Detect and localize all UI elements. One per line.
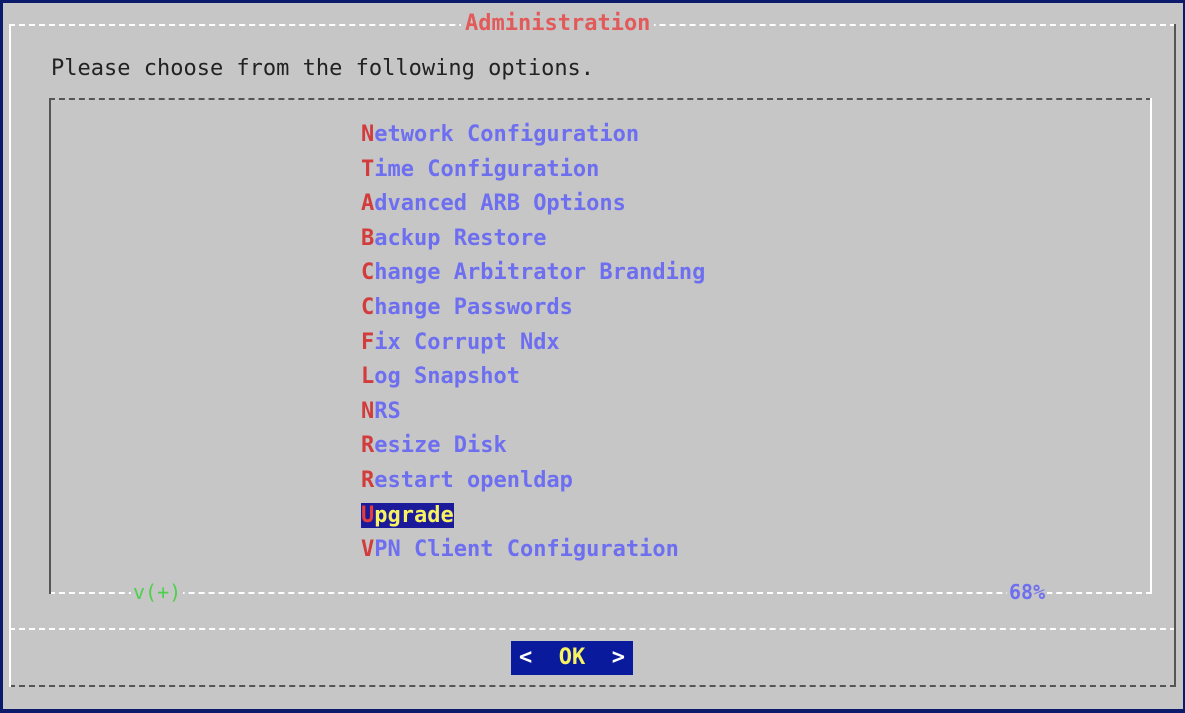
menu-item[interactable]: Upgrade — [361, 502, 705, 537]
menu-item-label: estart openldap — [374, 467, 573, 493]
menu-item-label: ix Corrupt Ndx — [374, 329, 560, 355]
menu-item-label: PN Client Configuration — [374, 537, 679, 563]
menu-item-label: RS — [374, 398, 401, 424]
menu-item-label: og Snapshot — [374, 364, 520, 390]
menu-item-hotkey: A — [361, 191, 375, 217]
menu-item-hotkey: N — [361, 398, 375, 424]
menu-item-label: pgrade — [374, 502, 454, 528]
menu-item-hotkey: T — [361, 156, 375, 182]
menu-item-label: ackup Restore — [374, 225, 547, 251]
menu-item[interactable]: Backup Restore — [361, 225, 705, 260]
menu-item-hotkey: U — [361, 502, 375, 528]
menu-item[interactable]: Network Configuration — [361, 121, 705, 156]
prompt-text: Please choose from the following options… — [51, 56, 595, 81]
ok-left-bracket: < — [519, 645, 533, 670]
menu-item-label: ime Configuration — [374, 156, 600, 182]
menu-item-label: hange Passwords — [374, 294, 573, 320]
ok-button[interactable]: < OK > — [511, 641, 633, 675]
scroll-indicator: v(+) — [131, 580, 184, 604]
menu-item[interactable]: Fix Corrupt Ndx — [361, 329, 705, 364]
menu-item[interactable]: Time Configuration — [361, 156, 705, 191]
menu-item[interactable]: VPN Client Configuration — [361, 536, 705, 571]
menu-item[interactable]: Resize Disk — [361, 432, 705, 467]
menu-list: Network Configuration Time Configuration A… — [361, 121, 705, 571]
menu-item-hotkey: C — [361, 294, 375, 320]
menu-item[interactable]: Advanced ARB Options — [361, 190, 705, 225]
menu-item-label: etwork Configuration — [374, 122, 640, 147]
menu-item-label: esize Disk — [374, 433, 507, 459]
menu-item[interactable]: Change Arbitrator Branding — [361, 259, 705, 294]
menu-item-hotkey: F — [361, 329, 375, 355]
dialog-title: Administration — [461, 12, 655, 36]
menu-item[interactable]: Change Passwords — [361, 294, 705, 329]
menu-item-hotkey: V — [361, 537, 375, 563]
menu-item-hotkey: R — [361, 433, 375, 459]
menu-item-hotkey: L — [361, 364, 375, 390]
menu-item[interactable]: Log Snapshot — [361, 363, 705, 398]
button-row: < OK > — [511, 641, 633, 675]
menu-item[interactable]: Restart openldap — [361, 467, 705, 502]
administration-dialog: Administration Please choose from the fo… — [3, 3, 1183, 709]
menu-item-hotkey: R — [361, 467, 375, 493]
menu-item-hotkey: N — [361, 122, 375, 147]
menu-item[interactable]: NRS — [361, 398, 705, 433]
menu-item-label: hange Arbitrator Branding — [374, 260, 706, 286]
scroll-percent: 68% — [1007, 580, 1048, 604]
menu-item-hotkey: B — [361, 225, 375, 251]
menu-item-label: dvanced ARB Options — [374, 191, 626, 217]
ok-hotkey: O — [558, 645, 572, 670]
ok-right-bracket: > — [611, 645, 625, 670]
ok-label-rest: K — [572, 645, 586, 670]
menu-item-hotkey: C — [361, 260, 375, 286]
